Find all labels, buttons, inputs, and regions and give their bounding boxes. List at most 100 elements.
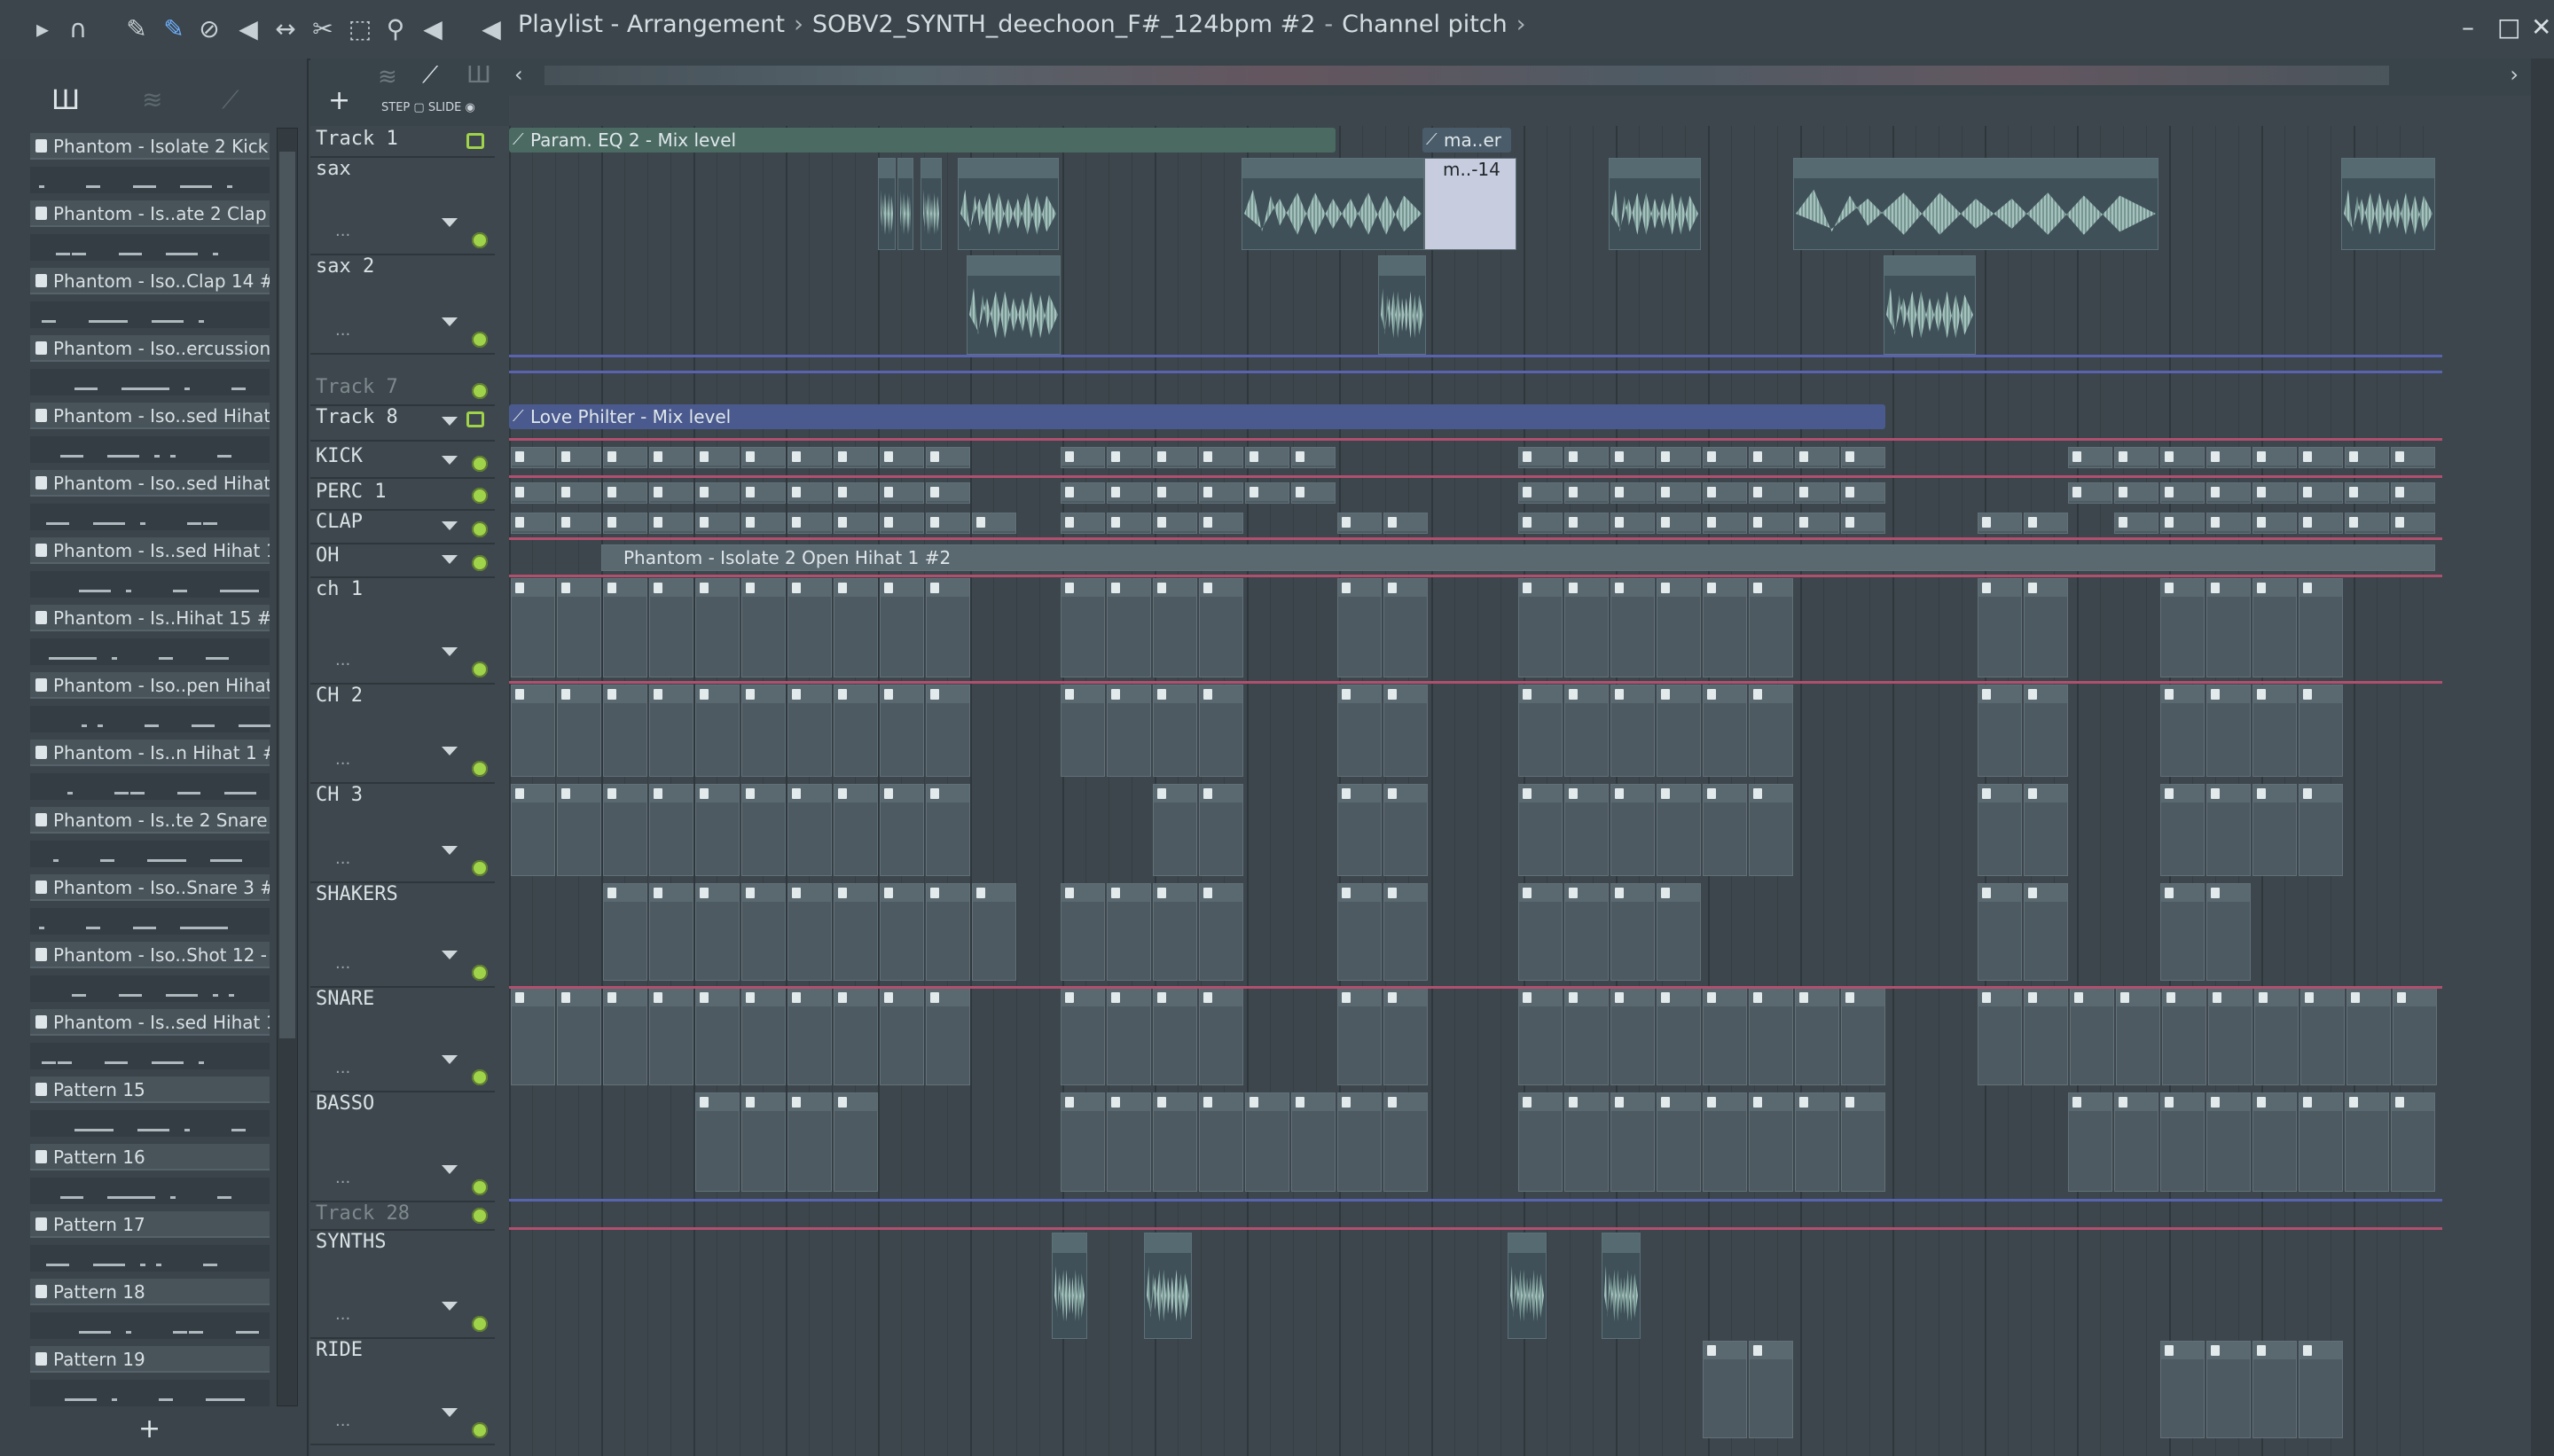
basso-pattern[interactable] [1383,1092,1428,1192]
delete-icon[interactable]: ⊘ [193,12,225,44]
track-led-icon[interactable] [472,1422,488,1438]
snare-pattern[interactable] [2208,988,2252,1085]
kick-pattern[interactable] [1518,447,1563,468]
basso-pattern[interactable] [2206,1092,2251,1192]
basso-pattern[interactable] [1564,1092,1609,1192]
track-led-icon[interactable] [472,1069,488,1085]
maximize-icon[interactable]: □ [2497,12,2520,42]
close-icon[interactable]: ✕ [2531,12,2551,42]
shakers-pattern[interactable] [741,883,786,981]
shakers-pattern[interactable] [926,883,970,981]
mute-icon[interactable]: ◀ [232,12,264,44]
picker-item[interactable]: Phantom - Iso..sed Hihat 1 [30,403,270,468]
zoom-icon[interactable]: ⚲ [380,12,411,44]
kick-pattern[interactable] [2206,447,2251,468]
ch1-pattern[interactable] [511,578,555,677]
ch2-pattern[interactable] [2024,685,2068,777]
snare-pattern[interactable] [880,988,924,1085]
shakers-pattern[interactable] [1153,883,1197,981]
track-dropdown-icon[interactable] [442,456,458,465]
shakers-pattern[interactable] [649,883,693,981]
kick-pattern[interactable] [511,447,555,468]
lock-icon[interactable] [466,411,484,427]
track-dropdown-icon[interactable] [442,317,458,326]
shakers-pattern[interactable] [695,883,740,981]
scroll-right-icon[interactable]: › [2510,62,2519,87]
track-led-icon[interactable] [472,965,488,981]
ch3-pattern[interactable] [1383,784,1428,876]
snare-pattern[interactable] [2024,988,2068,1085]
clap-pattern[interactable] [2345,513,2389,534]
track-led-icon[interactable] [472,383,488,399]
ch3-pattern[interactable] [1199,784,1243,876]
track-led-icon[interactable] [472,860,488,876]
sax-clip[interactable] [1242,158,1424,250]
ch1-pattern[interactable] [1153,578,1197,677]
snare-pattern[interactable] [1337,988,1382,1085]
synth-clip[interactable] [1052,1233,1087,1339]
track-dropdown-icon[interactable] [442,1055,458,1064]
snare-pattern[interactable] [1199,988,1243,1085]
ch2-pattern[interactable] [557,685,601,777]
ch3-pattern[interactable] [880,784,924,876]
clap-pattern[interactable] [1795,513,1839,534]
clap-pattern[interactable] [2206,513,2251,534]
picker-item[interactable]: Pattern 18 [30,1279,270,1344]
ch1-pattern[interactable] [2252,578,2297,677]
kick-pattern[interactable] [1657,447,1701,468]
snare-pattern[interactable] [649,988,693,1085]
sax2-clip[interactable] [1378,255,1426,355]
clap-pattern[interactable] [1657,513,1701,534]
basso-pattern[interactable] [787,1092,832,1192]
shakers-pattern[interactable] [1564,883,1609,981]
basso-pattern[interactable] [2160,1092,2205,1192]
track-header[interactable]: OH [310,543,495,578]
clap-pattern[interactable] [741,513,786,534]
ch1-pattern[interactable] [1061,578,1105,677]
basso-pattern[interactable] [695,1092,740,1192]
perc-pattern[interactable] [2391,482,2435,504]
track-led-icon[interactable] [472,488,488,504]
add-pattern-button[interactable]: + [138,1413,161,1444]
shakers-pattern[interactable] [1107,883,1151,981]
ride-pattern[interactable] [1749,1341,1793,1438]
ch1-pattern[interactable] [2206,578,2251,677]
perc-pattern[interactable] [1657,482,1701,504]
ch2-pattern[interactable] [1978,685,2022,777]
ch1-pattern[interactable] [834,578,878,677]
clap-pattern[interactable] [557,513,601,534]
basso-pattern[interactable] [1518,1092,1563,1192]
ch1-pattern[interactable] [741,578,786,677]
kick-pattern[interactable] [1153,447,1197,468]
kick-pattern[interactable] [787,447,832,468]
ch3-pattern[interactable] [511,784,555,876]
snare-pattern[interactable] [1841,988,1885,1085]
track-header[interactable]: SNARE ··· [310,986,495,1092]
basso-pattern[interactable] [1749,1092,1793,1192]
slice-icon[interactable]: ✂ [307,12,339,44]
track-header[interactable]: CH 2 ··· [310,683,495,784]
basso-pattern[interactable] [1703,1092,1747,1192]
clap-pattern[interactable] [1703,513,1747,534]
picker-item[interactable]: Phantom - Is..sed Hihat 15 [30,537,270,603]
track-dropdown-icon[interactable] [442,951,458,959]
snare-pattern[interactable] [1564,988,1609,1085]
ch1-pattern[interactable] [1657,578,1701,677]
ch2-pattern[interactable] [695,685,740,777]
kick-pattern[interactable] [880,447,924,468]
clap-pattern[interactable] [2160,513,2205,534]
ch3-pattern[interactable] [1337,784,1382,876]
snare-pattern[interactable] [1153,988,1197,1085]
clap-pattern[interactable] [1518,513,1563,534]
clap-pattern[interactable] [834,513,878,534]
picker-item[interactable]: Phantom - Iso..Snare 3 #2 [30,874,270,940]
kick-pattern[interactable] [1795,447,1839,468]
sax2-clip[interactable] [967,255,1061,355]
perc-pattern[interactable] [695,482,740,504]
clap-pattern[interactable] [649,513,693,534]
ch3-pattern[interactable] [1610,784,1655,876]
ch3-pattern[interactable] [1153,784,1197,876]
ch1-pattern[interactable] [1978,578,2022,677]
ch2-pattern[interactable] [1199,685,1243,777]
basso-pattern[interactable] [1199,1092,1243,1192]
